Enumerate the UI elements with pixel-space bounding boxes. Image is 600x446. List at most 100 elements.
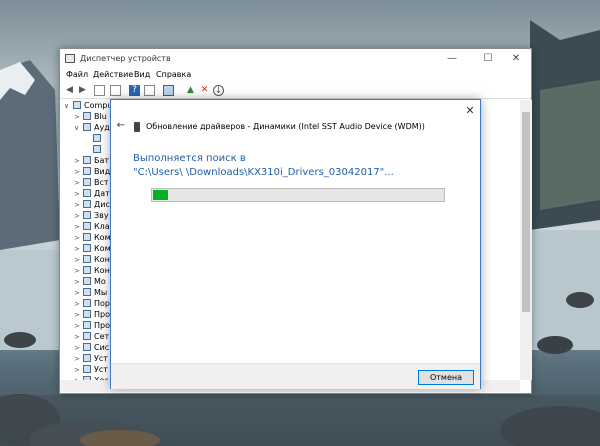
tree-item[interactable]: > Вст: [74, 177, 109, 188]
tree-item[interactable]: [84, 144, 104, 155]
tree-item-label: Ауд: [94, 123, 110, 132]
menu-help[interactable]: Справка: [156, 70, 191, 79]
device-category-icon: [83, 123, 91, 131]
menu-action[interactable]: Действие: [93, 70, 133, 79]
progress-fill: [153, 190, 168, 200]
device-category-icon: [83, 167, 91, 175]
tree-item-label: Мы: [94, 288, 108, 297]
tree-item-label: Бат: [94, 156, 110, 165]
device-manager-icon: [65, 54, 75, 63]
computer-icon: [73, 101, 81, 109]
device-category-icon: [93, 134, 101, 142]
cancel-button[interactable]: Отмена: [418, 370, 474, 385]
device-category-icon: [83, 189, 91, 197]
tree-root[interactable]: ∨ Compu: [64, 100, 112, 111]
menu-bar: Файл Действие Вид Справка: [60, 69, 531, 83]
scrollbar-thumb[interactable]: [522, 112, 530, 312]
tree-item-label: Вид: [94, 167, 111, 176]
collapse-icon[interactable]: ∨: [74, 123, 83, 134]
help-icon[interactable]: ?: [129, 85, 140, 96]
tree-item-label: Про: [94, 321, 110, 330]
tree-item[interactable]: > Кла: [74, 221, 110, 232]
tree-item-label: Мо: [94, 277, 106, 286]
tree-item-label: Пор: [94, 299, 110, 308]
tree-item[interactable]: > Уст: [74, 353, 108, 364]
close-button[interactable]: ✕: [500, 49, 532, 69]
back-icon[interactable]: ◀: [64, 85, 75, 96]
tree-item[interactable]: > Сис: [74, 342, 109, 353]
download-icon[interactable]: ↓: [213, 85, 224, 96]
tree-item[interactable]: > Ком: [74, 243, 111, 254]
tree-item-label: Зву: [94, 211, 109, 220]
tree-item-label: Уст: [94, 354, 108, 363]
device-category-icon: [83, 299, 91, 307]
tree-item[interactable]: > Дат: [74, 188, 110, 199]
device-category-icon: [83, 343, 91, 351]
vertical-scrollbar[interactable]: [520, 100, 532, 380]
search-progress-bar: [151, 188, 445, 202]
tree-item[interactable]: > Про: [74, 320, 110, 331]
tree-item[interactable]: > Уст: [74, 364, 108, 375]
update-driver-icon[interactable]: ▲: [185, 85, 196, 96]
title-bar: Диспетчер устройств — ☐ ✕: [60, 49, 531, 69]
tree-item[interactable]: > Кон: [74, 254, 110, 265]
tree-item-label: Вст: [94, 178, 109, 187]
tree-item[interactable]: > Вид: [74, 166, 110, 177]
tree-item[interactable]: > Зву: [74, 210, 109, 221]
device-category-icon: [83, 321, 91, 329]
device-category-icon: [83, 233, 91, 241]
device-category-icon: [83, 244, 91, 252]
device-category-icon: [83, 310, 91, 318]
tree-item-label: Дис: [94, 200, 110, 209]
tree-item[interactable]: > Бат: [74, 155, 109, 166]
tree-item[interactable]: > Пор: [74, 298, 110, 309]
device-category-icon: [83, 200, 91, 208]
tree-item[interactable]: > Мы: [74, 287, 107, 298]
search-path: "C:\Users\ \Downloads\KX310i_Drivers_030…: [133, 167, 394, 178]
view-icon[interactable]: [144, 85, 155, 96]
forward-icon[interactable]: ▶: [77, 85, 88, 96]
collapse-icon[interactable]: ∨: [64, 101, 73, 112]
tree-item-label: Уст: [94, 365, 108, 374]
tree-item[interactable]: [84, 133, 104, 144]
tree-item[interactable]: ∨ Ауд: [74, 122, 110, 133]
device-category-icon: [83, 255, 91, 263]
tree-item-label: Сис: [94, 343, 110, 352]
tree-item[interactable]: > Сет: [74, 331, 109, 342]
tree-item[interactable]: > Ком: [74, 232, 111, 243]
device-category-icon: [83, 354, 91, 362]
back-arrow-button[interactable]: ←: [115, 120, 127, 132]
device-category-icon: [93, 145, 101, 153]
properties-icon[interactable]: [94, 85, 105, 96]
device-category-icon: [83, 288, 91, 296]
dialog-close-button[interactable]: ✕: [463, 104, 477, 118]
uninstall-icon[interactable]: ✕: [199, 85, 210, 96]
tree-item[interactable]: > Про: [74, 309, 110, 320]
tree-item-label: Дат: [94, 189, 110, 198]
dialog-footer: Отмена: [111, 363, 480, 389]
tree-item-label: Blu: [94, 112, 107, 121]
tree-item[interactable]: > Дис: [74, 199, 110, 210]
dialog-title: Обновление драйверов - Динамики (Intel S…: [146, 122, 425, 131]
menu-view[interactable]: Вид: [134, 70, 150, 79]
tree-item[interactable]: > Blu: [74, 111, 107, 122]
device-category-icon: [83, 277, 91, 285]
device-category-icon: [83, 112, 91, 120]
device-category-icon: [83, 178, 91, 186]
monitor-icon[interactable]: [163, 85, 174, 96]
device-category-icon: [83, 332, 91, 340]
tree-item[interactable]: > Кон: [74, 265, 110, 276]
toolbar: ◀ ▶ ? ▲ ✕ ↓: [60, 83, 531, 99]
device-category-icon: [83, 365, 91, 373]
tree-item[interactable]: > Мо: [74, 276, 106, 287]
update-drivers-dialog: ✕ ← Обновление драйверов - Динамики (Int…: [110, 99, 481, 389]
menu-file[interactable]: Файл: [66, 70, 88, 79]
tree-item-label: Ком: [94, 233, 111, 242]
minimize-button[interactable]: —: [436, 49, 468, 69]
speaker-icon: [134, 122, 140, 132]
list-icon[interactable]: [110, 85, 121, 96]
device-category-icon: [83, 156, 91, 164]
tree-item-label: Кон: [94, 266, 110, 275]
searching-label: Выполняется поиск в: [133, 153, 246, 164]
tree-item-label: Кла: [94, 222, 110, 231]
